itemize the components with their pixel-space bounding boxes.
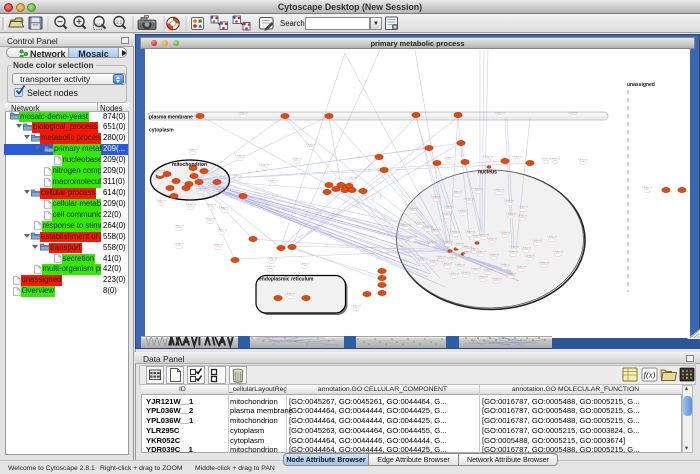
svg-text:Unkn-d: Unkn-d (431, 228, 441, 232)
svg-text:Unkn-d: Unkn-d (506, 272, 516, 276)
svg-text:Unkn-d: Unkn-d (504, 199, 514, 203)
svg-text:mitochondrion: mitochondrion (172, 162, 207, 168)
svg-text:Unkn-d: Unkn-d (452, 190, 462, 194)
svg-text:Unkn-d: Unkn-d (473, 187, 483, 191)
svg-text:Unkn-d: Unkn-d (483, 155, 493, 159)
svg-text:Unkn-d: Unkn-d (478, 275, 488, 279)
svg-text:Unkn-d: Unkn-d (436, 255, 446, 259)
svg-text:Unkn-d: Unkn-d (442, 262, 452, 266)
svg-text:Unkn-d: Unkn-d (407, 235, 417, 239)
svg-text:Unkn-d: Unkn-d (186, 203, 196, 207)
svg-text:Unkn-d: Unkn-d (518, 205, 528, 209)
svg-text:cytoplasm: cytoplasm (149, 128, 174, 134)
svg-text:endoplasmic reticulum: endoplasmic reticulum (259, 277, 314, 283)
svg-text:Unkn-d: Unkn-d (442, 212, 452, 216)
svg-text:Unkn-d: Unkn-d (483, 268, 493, 272)
svg-text:Unkn-d: Unkn-d (431, 195, 441, 199)
svg-text:Unkn-d: Unkn-d (418, 257, 428, 261)
svg-text:Unkn-d: Unkn-d (642, 186, 652, 190)
svg-text:Unkn-d: Unkn-d (156, 199, 166, 203)
svg-text:Unkn-d: Unkn-d (462, 250, 472, 254)
svg-text:Unkn-d: Unkn-d (539, 261, 549, 265)
svg-text:Unkn-d: Unkn-d (578, 158, 588, 162)
svg-text:Unkn-d: Unkn-d (306, 143, 316, 147)
svg-text:Unkn-d: Unkn-d (285, 292, 295, 296)
svg-text:Unkn-d: Unkn-d (205, 217, 215, 221)
svg-text:Unkn-d: Unkn-d (500, 263, 510, 267)
svg-text:Unkn-d: Unkn-d (532, 239, 542, 243)
svg-text:Unkn-d: Unkn-d (219, 206, 229, 210)
svg-text:Unkn-d: Unkn-d (351, 304, 361, 308)
svg-text:Unkn-d: Unkn-d (347, 176, 357, 180)
svg-text:Unkn-d: Unkn-d (471, 267, 481, 271)
svg-text:unassigned: unassigned (627, 82, 655, 88)
svg-text:Unkn-d: Unkn-d (512, 155, 522, 159)
svg-text:Unkn-d: Unkn-d (458, 209, 468, 213)
svg-text:Unkn-d: Unkn-d (217, 228, 227, 232)
svg-text:Unkn-d: Unkn-d (174, 242, 184, 246)
svg-text:Unkn-d: Unkn-d (495, 111, 505, 115)
svg-text:Unkn-d: Unkn-d (547, 235, 557, 239)
svg-text:Unkn-d: Unkn-d (550, 157, 560, 161)
svg-text:Unkn-d: Unkn-d (494, 188, 504, 192)
svg-text:f(x): f(x) (644, 370, 656, 380)
svg-text:Unkn-d: Unkn-d (500, 231, 510, 235)
svg-text:Unkn-d: Unkn-d (196, 187, 206, 191)
svg-text:Unkn-d: Unkn-d (408, 207, 418, 211)
svg-text:Unkn-d: Unkn-d (206, 203, 216, 207)
svg-text:Unkn-d: Unkn-d (449, 272, 459, 276)
svg-text:Unkn-d: Unkn-d (300, 262, 310, 266)
svg-text:Unkn-d: Unkn-d (428, 259, 438, 263)
svg-text:Unkn-d: Unkn-d (259, 163, 269, 167)
svg-text:Unkn-d: Unkn-d (521, 246, 531, 250)
svg-text:1:1: 1:1 (116, 20, 123, 25)
svg-text:Unkn-d: Unkn-d (492, 277, 502, 281)
svg-text:Unkn-d: Unkn-d (516, 265, 526, 269)
svg-text:Unkn-d: Unkn-d (188, 148, 198, 152)
svg-text:Unkn-d: Unkn-d (267, 257, 277, 261)
svg-text:Unkn-d: Unkn-d (443, 240, 453, 244)
svg-text:Unkn-d: Unkn-d (235, 154, 245, 158)
svg-text:Unkn-d: Unkn-d (155, 169, 165, 173)
svg-text:Unkn-d: Unkn-d (509, 245, 519, 249)
svg-text:Unkn-d: Unkn-d (401, 223, 411, 227)
svg-text:Unkn-d: Unkn-d (427, 240, 437, 244)
svg-text:Unkn-d: Unkn-d (506, 212, 516, 216)
svg-text:Unkn-d: Unkn-d (553, 250, 563, 254)
svg-text:Unkn-d: Unkn-d (517, 214, 527, 218)
svg-text:Unkn-d: Unkn-d (508, 250, 518, 254)
svg-text:nucleus: nucleus (478, 170, 497, 176)
svg-text:Unkn-d: Unkn-d (568, 111, 578, 115)
svg-text:Unkn-d: Unkn-d (525, 254, 535, 258)
svg-text:Unkn-d: Unkn-d (487, 237, 497, 241)
svg-text:Unkn-d: Unkn-d (213, 243, 223, 247)
svg-text:Unkn-d: Unkn-d (455, 263, 465, 267)
svg-text:Unkn-d: Unkn-d (450, 230, 460, 234)
svg-text:plasma membrane: plasma membrane (149, 114, 193, 120)
svg-text:Unkn-d: Unkn-d (489, 253, 499, 257)
svg-text:Unkn-d: Unkn-d (476, 250, 486, 254)
svg-text:Unkn-d: Unkn-d (292, 157, 302, 161)
svg-text:Unkn-d: Unkn-d (232, 174, 242, 178)
svg-text:Unkn-d: Unkn-d (268, 179, 278, 183)
svg-text:Unkn-d: Unkn-d (265, 265, 275, 269)
svg-text:Unkn-d: Unkn-d (174, 224, 184, 228)
svg-text:Unkn-d: Unkn-d (464, 197, 474, 201)
svg-text:Unkn-d: Unkn-d (447, 256, 457, 260)
svg-text:Unkn-d: Unkn-d (444, 205, 454, 209)
svg-text:Unkn-d: Unkn-d (238, 111, 248, 115)
svg-text:Unkn-d: Unkn-d (461, 271, 471, 275)
svg-text:Unkn-d: Unkn-d (444, 156, 454, 160)
